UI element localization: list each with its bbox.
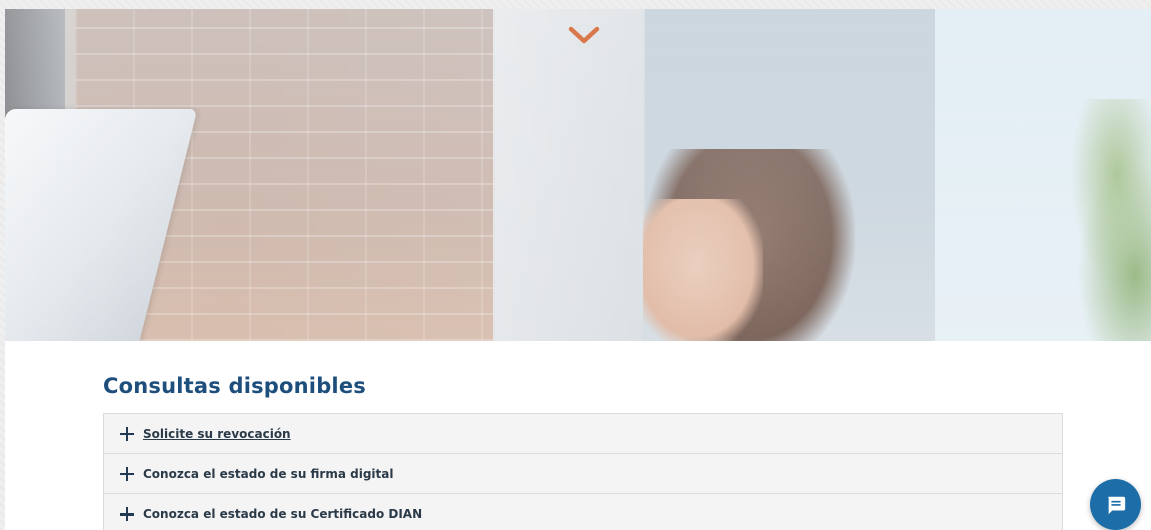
section-title: Consultas disponibles [103, 374, 366, 398]
content-section: Consultas disponibles Solicite su revoca… [103, 371, 1063, 530]
plus-icon [120, 426, 134, 441]
plus-icon [120, 466, 134, 481]
chevron-down-icon[interactable] [568, 25, 600, 47]
accordion-item-firma-digital[interactable]: Conozca el estado de su firma digital [104, 454, 1062, 494]
plus-icon [120, 507, 134, 521]
chat-button[interactable] [1090, 479, 1141, 530]
consultas-accordion: Solicite su revocación Conozca el estado… [103, 413, 1063, 530]
chat-icon [1107, 496, 1125, 514]
accordion-item-label: Conozca el estado de su Certificado DIAN [143, 507, 423, 521]
hero-overlay [5, 9, 1151, 341]
hero-banner [5, 9, 1151, 341]
accordion-item-label: Solicite su revocación [143, 426, 291, 441]
accordion-item-certificado-dian[interactable]: Conozca el estado de su Certificado DIAN [104, 494, 1062, 530]
accordion-item-label: Conozca el estado de su firma digital [143, 466, 394, 481]
accordion-item-revocacion[interactable]: Solicite su revocación [104, 414, 1062, 454]
page: Consultas disponibles Solicite su revoca… [5, 9, 1151, 530]
